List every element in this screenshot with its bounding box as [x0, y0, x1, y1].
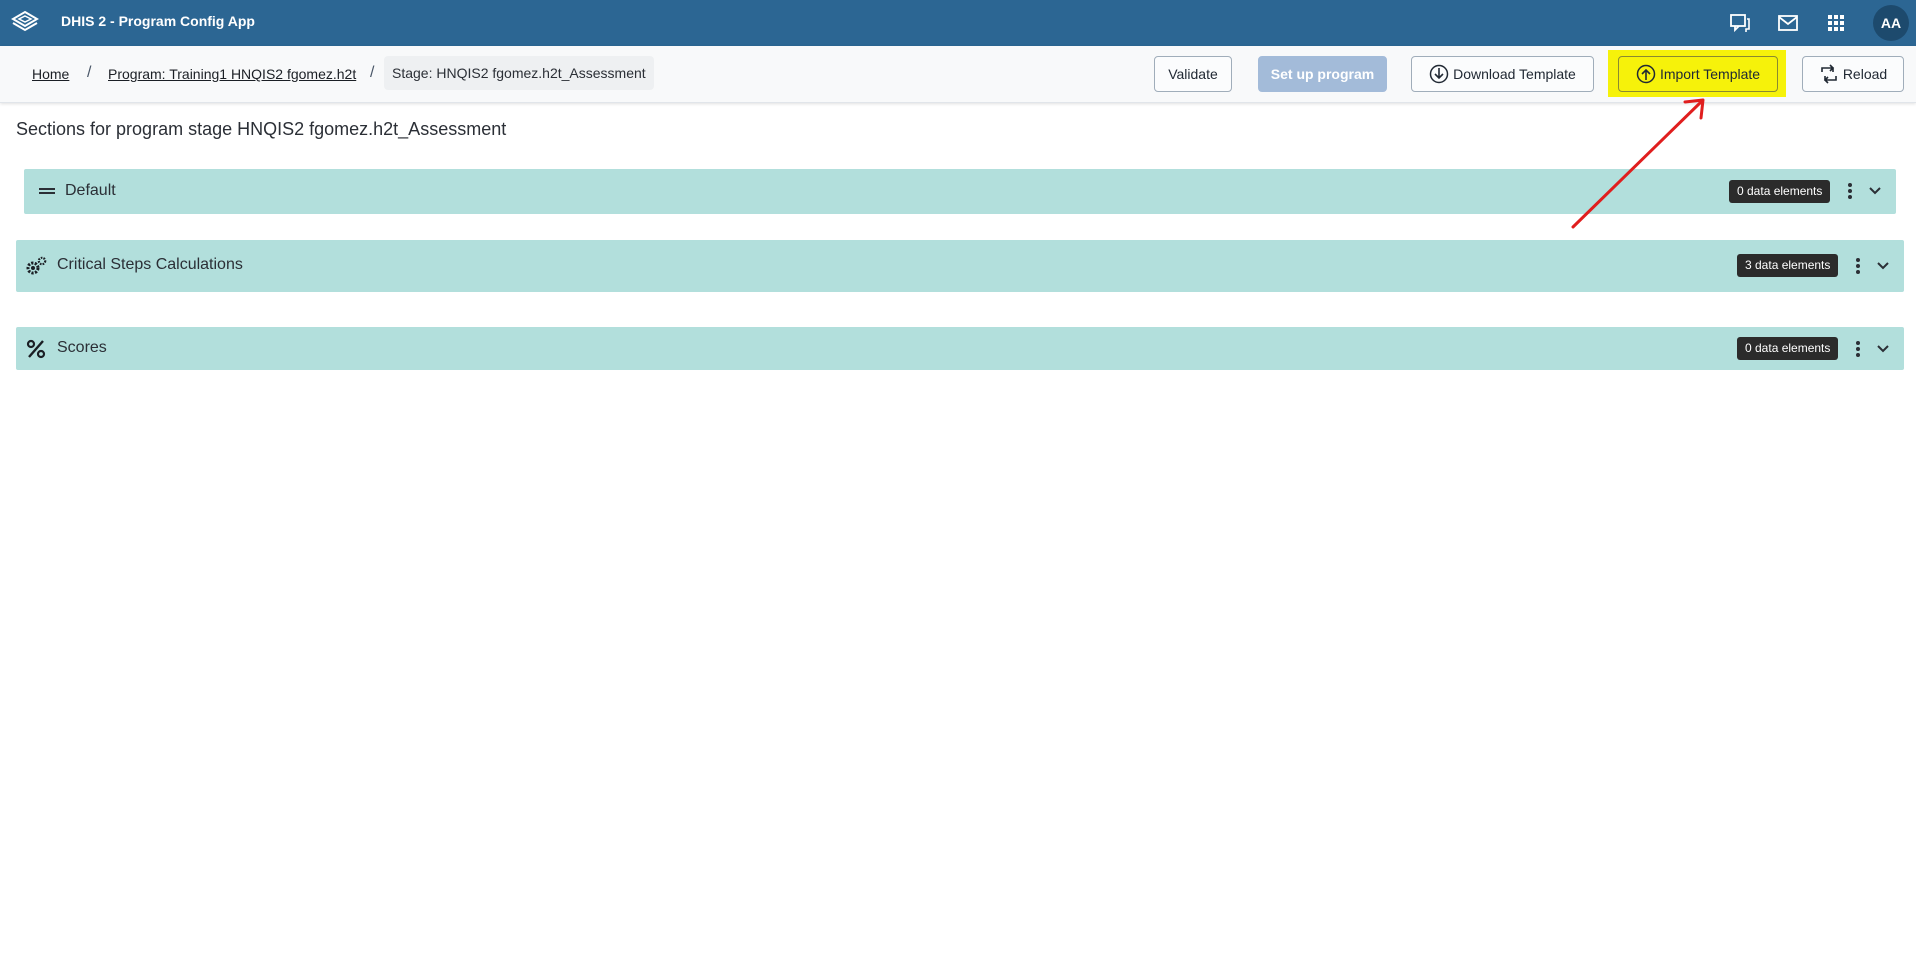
data-elements-badge: 0 data elements [1729, 180, 1831, 203]
download-icon [1429, 64, 1449, 84]
upload-icon [1636, 64, 1656, 84]
gears-icon [26, 256, 47, 275]
import-template-label: Import Template [1659, 66, 1761, 82]
section-row[interactable]: Critical Steps Calculations 3 data eleme… [16, 240, 1904, 292]
more-options-icon[interactable] [1853, 256, 1863, 276]
download-template-button[interactable]: Download Template [1411, 56, 1594, 92]
breadcrumb-separator: / [87, 64, 92, 81]
section-row[interactable]: Default 0 data elements [24, 169, 1896, 214]
page-title: Sections for program stage HNQIS2 fgomez… [16, 119, 507, 139]
section-row[interactable]: Scores 0 data elements [16, 327, 1904, 370]
validate-button[interactable]: Validate [1154, 56, 1232, 92]
breadcrumb-stage: Stage: HNQIS2 fgomez.h2t_Assessment [384, 56, 654, 90]
logo-icon[interactable] [10, 9, 40, 37]
annotation-arrow [1571, 98, 1705, 229]
more-options-icon[interactable] [1845, 181, 1855, 201]
breadcrumb-separator: / [370, 64, 375, 81]
app-title: DHIS 2 - Program Config App [61, 13, 255, 29]
interpretations-icon[interactable] [1729, 12, 1751, 34]
download-template-label: Download Template [1453, 66, 1576, 82]
reload-label: Reload [1842, 66, 1888, 82]
breadcrumb-home[interactable]: Home [32, 66, 69, 82]
reload-button[interactable]: Reload [1802, 56, 1904, 92]
app-header: DHIS 2 - Program Config App AA [0, 0, 1916, 46]
percent-icon [26, 339, 46, 359]
more-options-icon[interactable] [1853, 339, 1863, 359]
validate-label: Validate [1168, 66, 1218, 82]
data-elements-badge: 0 data elements [1737, 337, 1839, 360]
import-template-button[interactable]: Import Template [1618, 56, 1778, 92]
apps-grid-icon[interactable] [1825, 12, 1847, 34]
data-elements-badge: 3 data elements [1737, 254, 1839, 277]
section-title: Scores [57, 339, 107, 356]
breadcrumb-program[interactable]: Program: Training1 HNQIS2 fgomez.h2t [108, 66, 356, 82]
section-title: Critical Steps Calculations [57, 256, 243, 273]
set-up-program-label: Set up program [1270, 66, 1375, 82]
messages-icon[interactable] [1777, 12, 1799, 34]
section-title: Default [65, 182, 116, 199]
chevron-down-icon[interactable] [1875, 341, 1891, 357]
set-up-program-button[interactable]: Set up program [1258, 56, 1387, 92]
chevron-down-icon[interactable] [1867, 183, 1883, 199]
chevron-down-icon[interactable] [1875, 258, 1891, 274]
reload-icon [1821, 64, 1837, 84]
avatar[interactable]: AA [1873, 5, 1909, 41]
drag-handle-icon[interactable] [36, 180, 58, 202]
